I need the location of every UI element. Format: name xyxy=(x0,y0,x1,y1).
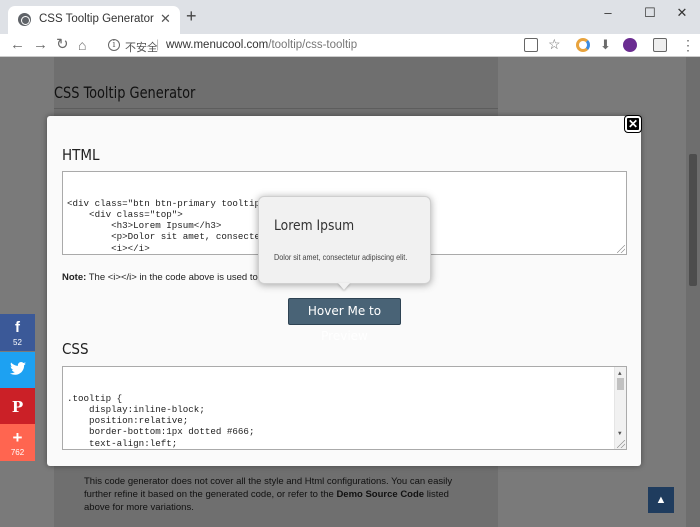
globe-icon xyxy=(18,13,31,26)
back-arrow-icon[interactable]: ← xyxy=(10,36,25,54)
translate-icon[interactable] xyxy=(524,38,538,52)
minimize-button[interactable]: – xyxy=(598,4,618,22)
resize-grip-icon[interactable] xyxy=(617,245,625,253)
html-heading: HTML xyxy=(62,146,100,164)
home-icon[interactable]: ⌂ xyxy=(78,36,86,54)
css-code-line: } xyxy=(67,449,622,450)
facebook-count: 52 xyxy=(13,338,22,347)
reload-icon[interactable]: ↻ xyxy=(56,36,69,54)
new-tab-button[interactable]: + xyxy=(186,6,197,27)
demo-source-link[interactable]: Demo Source Code xyxy=(336,489,424,500)
resize-grip-icon[interactable] xyxy=(617,440,625,448)
facebook-icon: f xyxy=(15,319,20,336)
tooltip-body: Dolor sit amet, consectetur adipiscing e… xyxy=(274,252,408,262)
css-heading: CSS xyxy=(62,340,89,358)
plus-icon: + xyxy=(12,428,23,447)
css-scroll-thumb[interactable] xyxy=(617,378,624,390)
extension-icon-3[interactable] xyxy=(653,38,667,52)
tooltip-preview: Lorem Ipsum Dolor sit amet, consectetur … xyxy=(258,196,431,284)
css-code-textarea[interactable]: .tooltip { display:inline-block; positio… xyxy=(62,366,627,450)
page-scroll-thumb[interactable] xyxy=(689,154,697,286)
page-title: CSS Tooltip Generator xyxy=(54,83,196,102)
more-share-count: 762 xyxy=(10,448,25,457)
download-icon[interactable]: ⬇ xyxy=(600,36,611,54)
more-share-button[interactable]: + 762 xyxy=(0,424,35,461)
css-code-line: display:inline-block; xyxy=(67,403,205,415)
facebook-share-button[interactable]: f 52 xyxy=(0,314,35,351)
url-host: www.menucool.com xyxy=(166,39,269,51)
css-code-line: text-align:left; xyxy=(67,437,178,449)
url-separator: | xyxy=(156,37,160,51)
css-code-line: .tooltip { xyxy=(67,392,123,404)
address-bar[interactable]: i 不安全 | www.menucool.com/tooltip/css-too… xyxy=(100,36,570,55)
url-path: /tooltip/css-tooltip xyxy=(268,39,358,51)
note-label: Note: xyxy=(62,272,87,283)
twitter-icon xyxy=(0,352,35,380)
close-window-button[interactable]: ✕ xyxy=(672,4,692,22)
tab-title: CSS Tooltip Generator xyxy=(39,13,154,25)
page-scrollbar[interactable] xyxy=(686,57,700,527)
forward-arrow-icon[interactable]: → xyxy=(33,36,48,54)
menu-icon[interactable]: ⋮ xyxy=(681,36,695,54)
pinterest-share-button[interactable]: P xyxy=(0,388,35,425)
twitter-share-button[interactable] xyxy=(0,352,35,389)
not-secure-label: 不安全 xyxy=(125,42,158,54)
hover-preview-button[interactable]: Hover Me to Preview xyxy=(288,298,401,343)
css-code-line: position:relative; xyxy=(67,415,189,427)
css-code-line: border-bottom:1px dotted #666; xyxy=(67,426,255,438)
tab-css-tooltip-generator[interactable]: CSS Tooltip Generator ✕ xyxy=(8,6,180,34)
scroll-down-arrow-icon[interactable]: ▼ xyxy=(618,428,622,439)
scroll-to-top-button[interactable]: ▲ xyxy=(648,487,674,513)
extension-icon-2[interactable] xyxy=(623,38,637,52)
browser-toolbar: ← → ↻ ⌂ i 不安全 | www.menucool.com/tooltip… xyxy=(0,34,700,57)
tooltip-arrow xyxy=(338,283,350,290)
modal-close-icon[interactable]: ✕ xyxy=(625,116,641,132)
extension-icon-1[interactable] xyxy=(576,38,590,52)
page-note: This code generator does not cover all t… xyxy=(84,475,474,514)
pinterest-icon: P xyxy=(11,398,24,416)
tooltip-title: Lorem Ipsum xyxy=(274,218,355,234)
bookmark-star-icon[interactable]: ☆ xyxy=(548,35,561,53)
maximize-button[interactable]: ☐ xyxy=(640,4,660,22)
tab-close-icon[interactable]: ✕ xyxy=(160,11,171,27)
tab-bar: CSS Tooltip Generator ✕ + – ☐ ✕ xyxy=(0,0,700,34)
url-text: www.menucool.com/tooltip/css-tooltip xyxy=(166,39,357,51)
info-icon[interactable]: i xyxy=(108,39,120,51)
css-textarea-scrollbar[interactable]: ▲ ▼ xyxy=(614,367,626,449)
